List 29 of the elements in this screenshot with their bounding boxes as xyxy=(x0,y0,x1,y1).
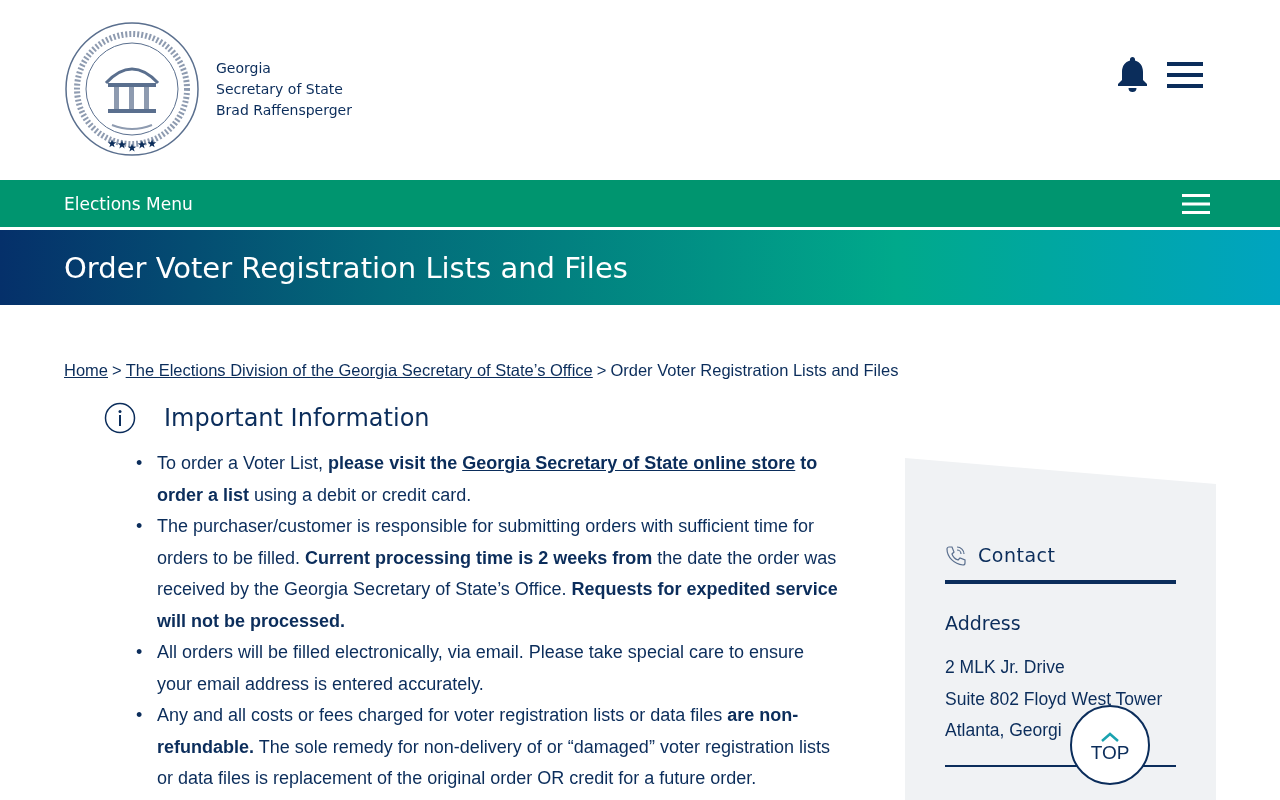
breadcrumb-separator: > xyxy=(596,361,607,380)
elections-menu-label[interactable]: Elections Menu xyxy=(64,193,193,214)
section-heading: Important Information xyxy=(164,404,430,432)
breadcrumb-link[interactable]: Home xyxy=(64,361,108,380)
chevron-up-icon xyxy=(1100,732,1120,742)
bullet-marker: • xyxy=(136,641,144,664)
breadcrumb-current: Order Voter Registration Lists and Files xyxy=(610,361,899,380)
store-link[interactable]: Georgia Secretary of State online store xyxy=(462,453,796,473)
address-line: Atlanta, Georgi xyxy=(945,719,1062,742)
info-paragraph: Any and all costs or fees charged for voter registration lists or data files are non-refundable. The sole remedy for non-delivery of or “damaged” voter registration lists or data files is replacement of the original order OR credit for a future order. xyxy=(157,704,831,790)
address-line: 2 MLK Jr. Drive xyxy=(945,656,1065,679)
menu-icon[interactable] xyxy=(1167,61,1203,89)
contact-heading: Contact xyxy=(978,544,1056,566)
address-label: Address xyxy=(945,612,1022,634)
phone-icon xyxy=(945,544,966,566)
info-paragraph: The purchaser/customer is responsible for submitting orders with sufficient time for orders to be filled. Current processing time is 2 weeks from the date the order was received by the Georgia Secretary of State’s Office. Requests for expedited service will not be processed. xyxy=(157,515,839,633)
info-paragraph: All orders will be filled electronically, via email. Please take special care to ensure your email address is entered accurately. xyxy=(157,641,805,696)
bell-icon[interactable] xyxy=(1116,57,1149,93)
info-icon xyxy=(104,402,136,434)
site-name: Georgia xyxy=(216,59,272,77)
page-title: Order Voter Registration Lists and Files xyxy=(64,250,628,285)
site-name: Secretary of State xyxy=(216,80,344,98)
bullet-marker: • xyxy=(136,704,144,727)
breadcrumb-separator: > xyxy=(112,361,122,380)
site-name: Brad Raffensperger xyxy=(216,101,352,119)
bullet-marker: • xyxy=(136,452,144,475)
bullet-marker: • xyxy=(136,515,144,538)
breadcrumb-link[interactable]: The Elections Division of the Georgia Secretary of State’s Office xyxy=(125,361,593,380)
info-paragraph: To order a Voter List, please visit the Georgia Secretary of State online store to order a list using a debit or credit card. xyxy=(157,452,819,507)
